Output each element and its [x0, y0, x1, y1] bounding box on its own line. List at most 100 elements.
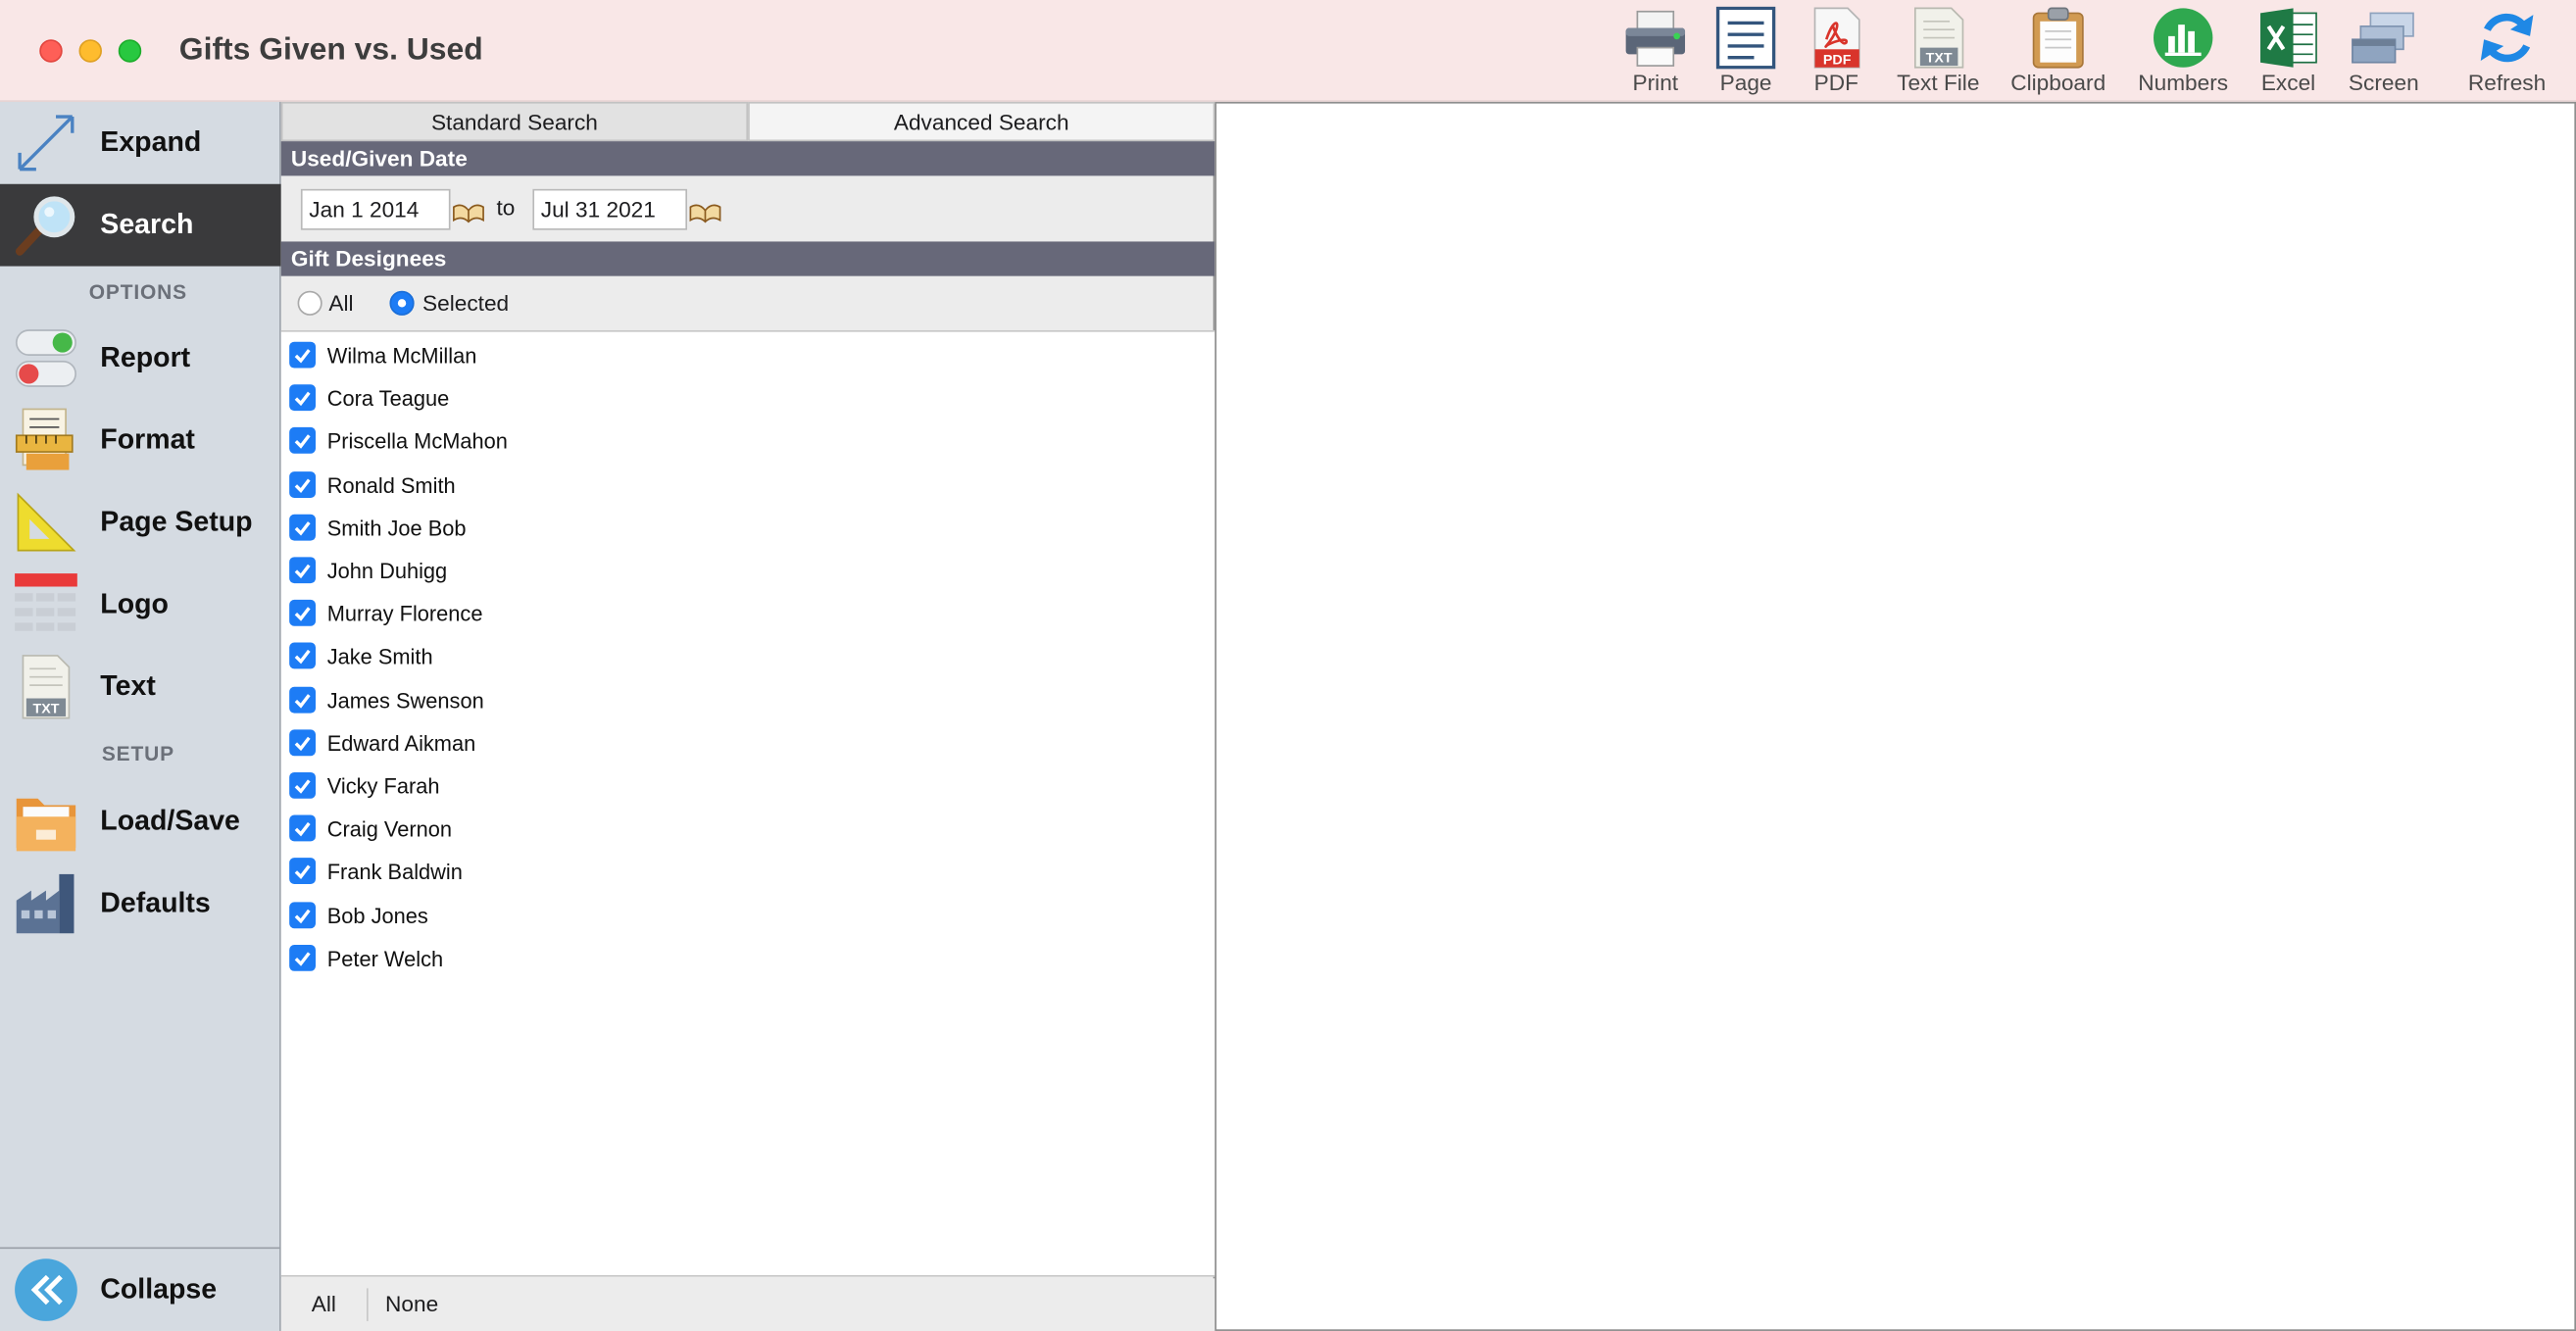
designee-row[interactable]: John Duhigg: [281, 551, 1215, 594]
folder-icon: [16, 798, 76, 852]
checkmark-icon: [294, 650, 311, 665]
designee-row[interactable]: Ronald Smith: [281, 465, 1215, 508]
radio-all[interactable]: [297, 290, 322, 316]
designee-name: Smith Joe Bob: [326, 516, 467, 541]
designee-name: Murray Florence: [326, 601, 483, 627]
designee-row[interactable]: Edward Aikman: [281, 722, 1215, 765]
numbers-icon: [2154, 8, 2213, 68]
designee-checkbox[interactable]: [289, 384, 317, 412]
toggle-icon: [15, 329, 76, 387]
designee-list: Wilma McMillan Cora Teague Priscella McMah…: [280, 329, 1215, 1277]
sidebar-item-expand[interactable]: Expand: [0, 102, 281, 184]
pdf-icon: PDF: [1813, 7, 1860, 69]
checkmark-icon: [294, 520, 311, 536]
checkmark-icon: [294, 349, 311, 364]
date-section-header: Used/Given Date: [280, 141, 1215, 176]
sidebar-item-text[interactable]: TXT Text: [0, 646, 281, 728]
designee-checkbox[interactable]: [289, 341, 317, 369]
designee-name: Peter Welch: [326, 946, 444, 971]
designee-row[interactable]: Cora Teague: [281, 378, 1215, 421]
text-file-button[interactable]: TXT Text File: [1891, 7, 1986, 99]
checkmark-icon: [294, 391, 311, 407]
designee-checkbox[interactable]: [289, 858, 317, 885]
designee-checkbox[interactable]: [289, 686, 317, 713]
sidebar-item-logo[interactable]: Logo: [0, 564, 281, 646]
calendar-picker-icon[interactable]: [689, 197, 722, 223]
designee-checkbox[interactable]: [289, 729, 317, 756]
designee-row[interactable]: Wilma McMillan: [281, 335, 1215, 378]
designee-row[interactable]: Smith Joe Bob: [281, 508, 1215, 551]
select-none-button[interactable]: None: [366, 1288, 456, 1321]
screen-icon: [2352, 12, 2414, 64]
designee-checkbox[interactable]: [289, 470, 317, 498]
logo-icon: [15, 573, 77, 631]
sidebar-item-search[interactable]: Search: [0, 183, 281, 267]
factory-icon: [16, 873, 74, 934]
designee-checkbox[interactable]: [289, 901, 317, 928]
designee-row[interactable]: Jake Smith: [281, 636, 1215, 679]
designee-name: Frank Baldwin: [326, 860, 463, 885]
designee-row[interactable]: Murray Florence: [281, 594, 1215, 637]
designee-checkbox[interactable]: [289, 557, 317, 584]
clipboard-icon: [2032, 7, 2084, 69]
sidebar-item-format[interactable]: Format: [0, 399, 281, 481]
report-preview-area: [1214, 101, 2576, 1331]
page-label: Page: [1719, 71, 1772, 96]
minimize-window-button[interactable]: [78, 39, 102, 63]
tab-standard-search[interactable]: Standard Search: [280, 101, 749, 142]
designee-checkbox[interactable]: [289, 944, 317, 971]
designee-name: Bob Jones: [326, 903, 428, 928]
excel-label: Excel: [2260, 71, 2316, 96]
checkmark-icon: [294, 434, 311, 450]
checkmark-icon: [294, 564, 311, 579]
search-tabs: Standard Search Advanced Search: [280, 101, 1215, 142]
designee-checkbox[interactable]: [289, 771, 317, 799]
excel-button[interactable]: Excel: [2253, 7, 2325, 99]
checkmark-icon: [294, 952, 311, 966]
close-window-button[interactable]: [39, 39, 63, 63]
designee-checkbox[interactable]: [289, 643, 317, 669]
calendar-picker-icon[interactable]: [452, 197, 485, 223]
designee-row[interactable]: Craig Vernon: [281, 809, 1215, 852]
screen-button[interactable]: Screen: [2345, 7, 2424, 99]
designee-row[interactable]: James Swenson: [281, 679, 1215, 722]
refresh-button[interactable]: Refresh: [2466, 7, 2549, 99]
select-all-button[interactable]: All: [298, 1288, 351, 1321]
sidebar-item-report[interactable]: Report: [0, 318, 281, 400]
sidebar-item-load-save[interactable]: Load/Save: [0, 780, 281, 863]
numbers-button[interactable]: Numbers: [2134, 7, 2233, 99]
designee-checkbox[interactable]: [289, 814, 317, 842]
sidebar-item-collapse[interactable]: Collapse: [0, 1249, 281, 1331]
clipboard-button[interactable]: Clipboard: [2006, 7, 2110, 99]
tab-advanced-search[interactable]: Advanced Search: [748, 101, 1215, 142]
date-to-label: to: [496, 195, 516, 221]
pdf-button[interactable]: PDF PDF: [1800, 7, 1872, 99]
designee-row[interactable]: Peter Welch: [281, 938, 1215, 981]
designee-row[interactable]: Frank Baldwin: [281, 852, 1215, 895]
date-to-field[interactable]: Jul 31 2021: [532, 188, 688, 230]
date-from-field[interactable]: Jan 1 2014: [300, 188, 451, 230]
refresh-icon: [2480, 13, 2534, 63]
designee-checkbox[interactable]: [289, 600, 317, 627]
numbers-label: Numbers: [2138, 71, 2229, 96]
designee-name: Priscella McMahon: [326, 429, 508, 455]
sidebar-label-report: Report: [100, 341, 191, 373]
radio-selected-label: Selected: [422, 290, 510, 316]
designee-row[interactable]: Vicky Farah: [281, 765, 1215, 809]
txt-file-icon: TXT: [22, 655, 71, 719]
designee-row[interactable]: Priscella McMahon: [281, 421, 1215, 465]
radio-selected[interactable]: [389, 290, 415, 316]
designee-row[interactable]: Bob Jones: [281, 895, 1215, 938]
checkmark-icon: [294, 607, 311, 622]
print-button[interactable]: Print: [1619, 7, 1692, 99]
sidebar-item-defaults[interactable]: Defaults: [0, 863, 281, 945]
sidebar-label-format: Format: [100, 423, 195, 456]
checkmark-icon: [294, 865, 311, 880]
sidebar-item-page-setup[interactable]: Page Setup: [0, 481, 281, 564]
designee-checkbox[interactable]: [289, 427, 317, 455]
triangle-ruler-icon: [17, 492, 76, 552]
page-button[interactable]: Page: [1709, 6, 1782, 99]
designee-checkbox[interactable]: [289, 514, 317, 541]
maximize-window-button[interactable]: [118, 39, 142, 63]
sidebar-label-logo: Logo: [100, 588, 169, 620]
